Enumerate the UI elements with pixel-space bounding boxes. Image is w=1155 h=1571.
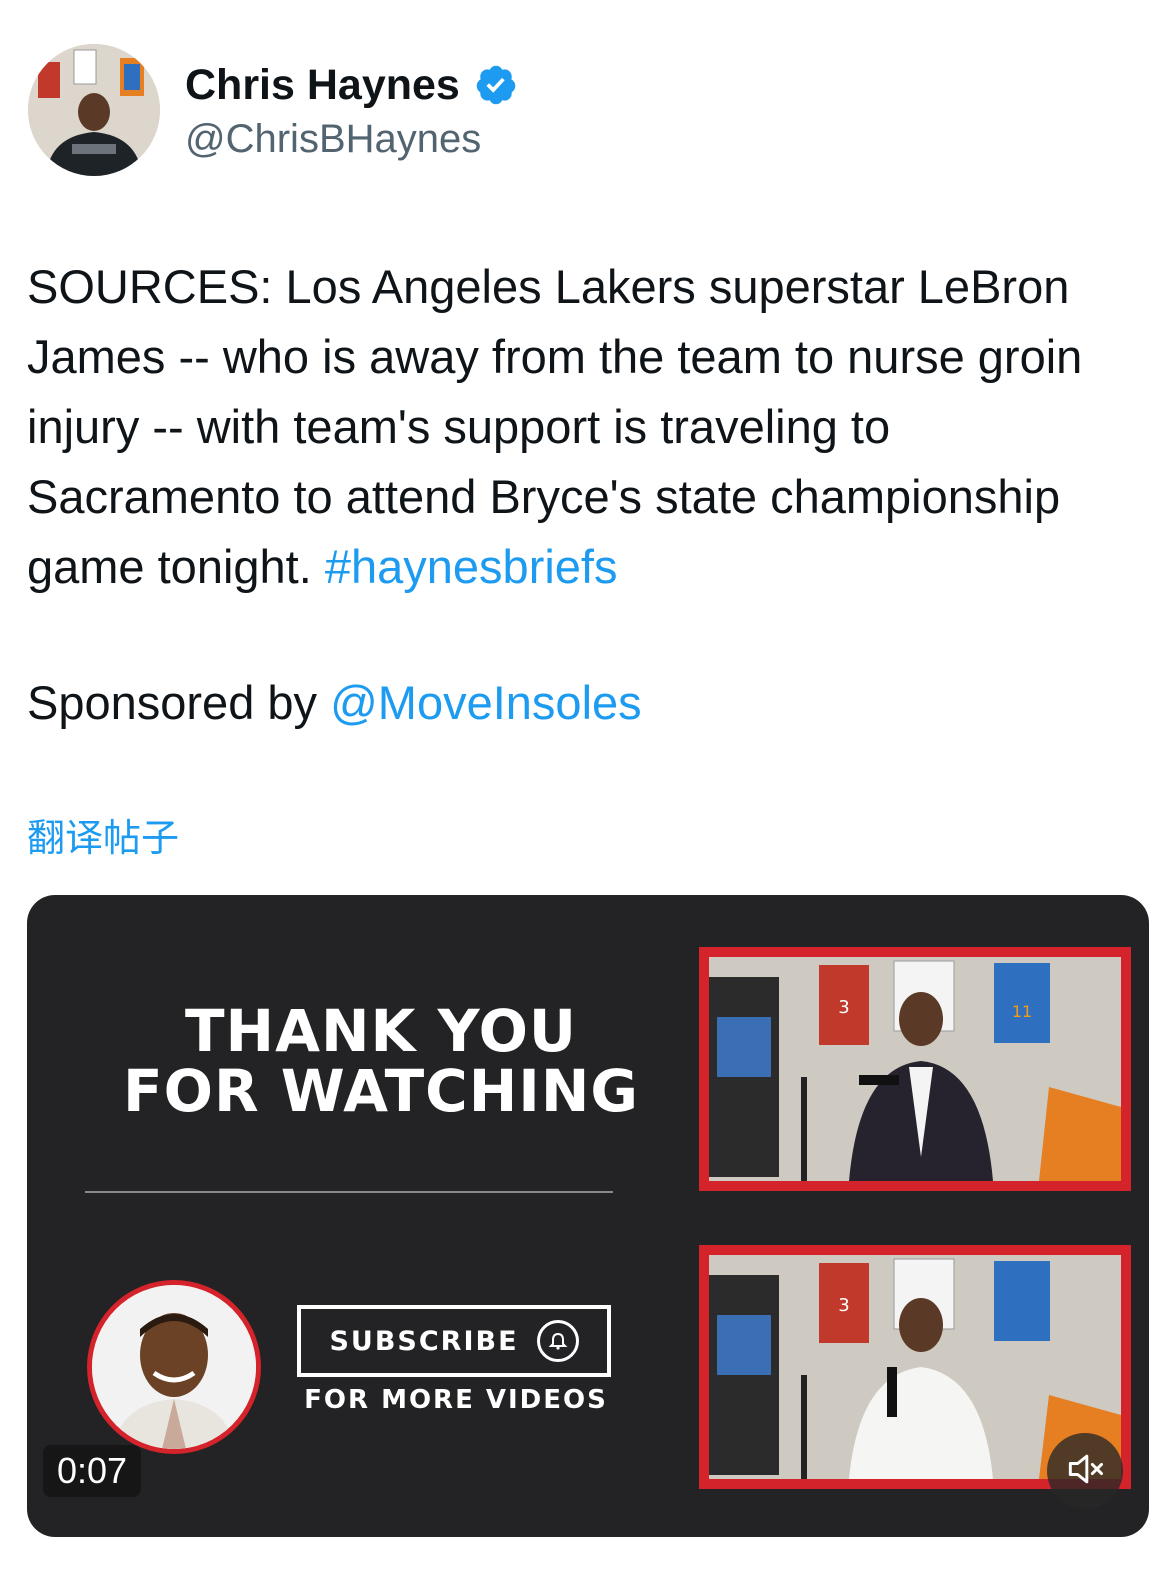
host-photo <box>87 1280 261 1454</box>
sponsor-mention-link[interactable]: @MoveInsoles <box>330 676 642 729</box>
sponsor-line: Sponsored by @MoveInsoles <box>27 668 642 738</box>
svg-text:11: 11 <box>1012 1002 1032 1021</box>
author-display-name[interactable]: Chris Haynes <box>185 60 460 110</box>
subscribe-label: SUBSCRIBE <box>329 1325 519 1357</box>
video-timestamp: 0:07 <box>43 1445 142 1497</box>
translate-post-link[interactable]: 翻译帖子 <box>27 815 179 863</box>
video-headline: THANK YOU FOR WATCHING <box>81 1001 681 1121</box>
video-headline-line1: THANK YOU <box>184 997 577 1065</box>
author-avatar[interactable] <box>28 44 160 176</box>
subscribe-box: SUBSCRIBE <box>297 1305 611 1377</box>
video-headline-line2: FOR WATCHING <box>123 1057 639 1125</box>
more-videos-label: FOR MORE VIDEOS <box>304 1385 608 1415</box>
video-divider <box>85 1191 613 1193</box>
hashtag-link[interactable]: #haynesbriefs <box>325 540 618 593</box>
bell-icon <box>536 1320 579 1362</box>
preview-frame-top: 3 11 <box>699 947 1131 1191</box>
svg-text:3: 3 <box>838 997 849 1018</box>
author-handle[interactable]: @ChrisBHaynes <box>185 114 518 164</box>
sponsor-prefix: Sponsored by <box>27 676 331 729</box>
video-player[interactable]: THANK YOU FOR WATCHING SUBSCRIBE FOR MOR… <box>27 895 1149 1537</box>
tweet-text: SOURCES: Los Angeles Lakers superstar Le… <box>27 252 1137 602</box>
speaker-muted-icon <box>1063 1447 1107 1496</box>
mute-toggle-button[interactable] <box>1047 1433 1123 1509</box>
verified-badge-icon <box>474 63 518 107</box>
svg-text:3: 3 <box>838 1295 849 1316</box>
